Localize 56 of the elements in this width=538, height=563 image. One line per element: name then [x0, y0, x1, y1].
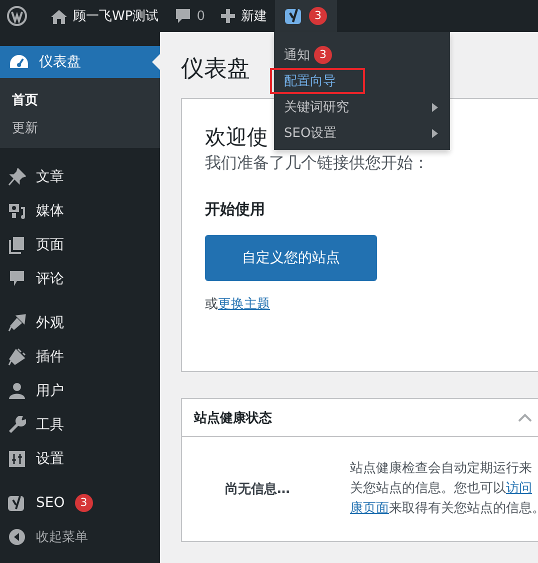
change-theme-link[interactable]: 更换主题: [218, 297, 270, 312]
dropdown-item[interactable]: 关键词研究: [274, 94, 450, 120]
menu-item[interactable]: 文章: [0, 160, 160, 194]
site-health-link[interactable]: 康页面: [350, 501, 389, 516]
dropdown-item[interactable]: SEO设置: [274, 120, 450, 146]
menu-item[interactable]: 外观: [0, 306, 160, 340]
section-heading: 开始使用: [205, 200, 266, 219]
pages-icon: [8, 236, 26, 254]
comment-icon: [8, 270, 26, 288]
plus-icon: [220, 9, 235, 23]
wrench-icon: [8, 416, 26, 434]
gauge-icon: [9, 54, 29, 70]
collapse-menu-button[interactable]: 收起菜单: [0, 520, 160, 554]
new-link[interactable]: 新建: [240, 7, 267, 25]
menu-item[interactable]: 用户: [0, 374, 160, 408]
status-text: 尚无信息…: [225, 481, 291, 498]
welcome-title: 欢迎使: [205, 125, 268, 149]
notification-badge: 3: [314, 46, 332, 64]
customize-site-button[interactable]: 自定义您的站点: [205, 235, 377, 281]
menu-item[interactable]: 插件: [0, 340, 160, 374]
wordpress-logo-icon[interactable]: [7, 6, 27, 26]
dropdown-item[interactable]: 配置向导: [270, 68, 365, 94]
notification-badge: 3: [74, 494, 93, 512]
media-icon: [8, 202, 26, 220]
notification-badge: 3: [308, 7, 327, 25]
menu-item[interactable]: 设置: [0, 442, 160, 476]
comment-count[interactable]: 0: [196, 8, 205, 24]
home-icon: [51, 8, 67, 24]
submenu-link[interactable]: 更新: [0, 114, 160, 142]
comment-icon: [174, 8, 191, 24]
seo-plugin-icon: [8, 494, 26, 512]
health-description: 站点健康检查会自动定期运行来 关您站点的信息。您也可以访问 康页面来取得有关您站点的信息。: [350, 460, 538, 518]
alt-text: 或: [205, 297, 218, 312]
submenu-arrow-icon: [432, 128, 438, 138]
brush-icon: [8, 314, 26, 332]
dashboard-menu-item[interactable]: 仪表盘: [0, 46, 160, 78]
sliders-icon: [8, 450, 26, 468]
user-icon: [8, 382, 26, 400]
seo-plugin-icon: [284, 7, 303, 25]
site-name-link[interactable]: 顾一飞WP测试: [73, 7, 159, 25]
pin-icon: [8, 168, 26, 186]
menu-item[interactable]: 评论: [0, 262, 160, 296]
site-health-link[interactable]: 访问: [506, 481, 532, 496]
menu-item[interactable]: 页面: [0, 228, 160, 262]
plug-icon: [8, 348, 26, 366]
panel-title: 站点健康状态: [194, 410, 273, 426]
submenu-arrow-icon: [432, 102, 438, 112]
menu-item[interactable]: SEO 3: [0, 486, 160, 520]
page-title: 仪表盘: [181, 55, 250, 84]
menu-item[interactable]: 媒体: [0, 194, 160, 228]
dropdown-item[interactable]: 通知 3: [274, 42, 450, 68]
welcome-subtitle: 我们准备了几个链接供您开始：: [205, 153, 430, 174]
submenu-link[interactable]: 首页: [0, 86, 160, 114]
collapse-icon: [8, 528, 26, 546]
seo-toolbar-item[interactable]: 3: [274, 0, 337, 32]
menu-item[interactable]: 工具: [0, 408, 160, 442]
